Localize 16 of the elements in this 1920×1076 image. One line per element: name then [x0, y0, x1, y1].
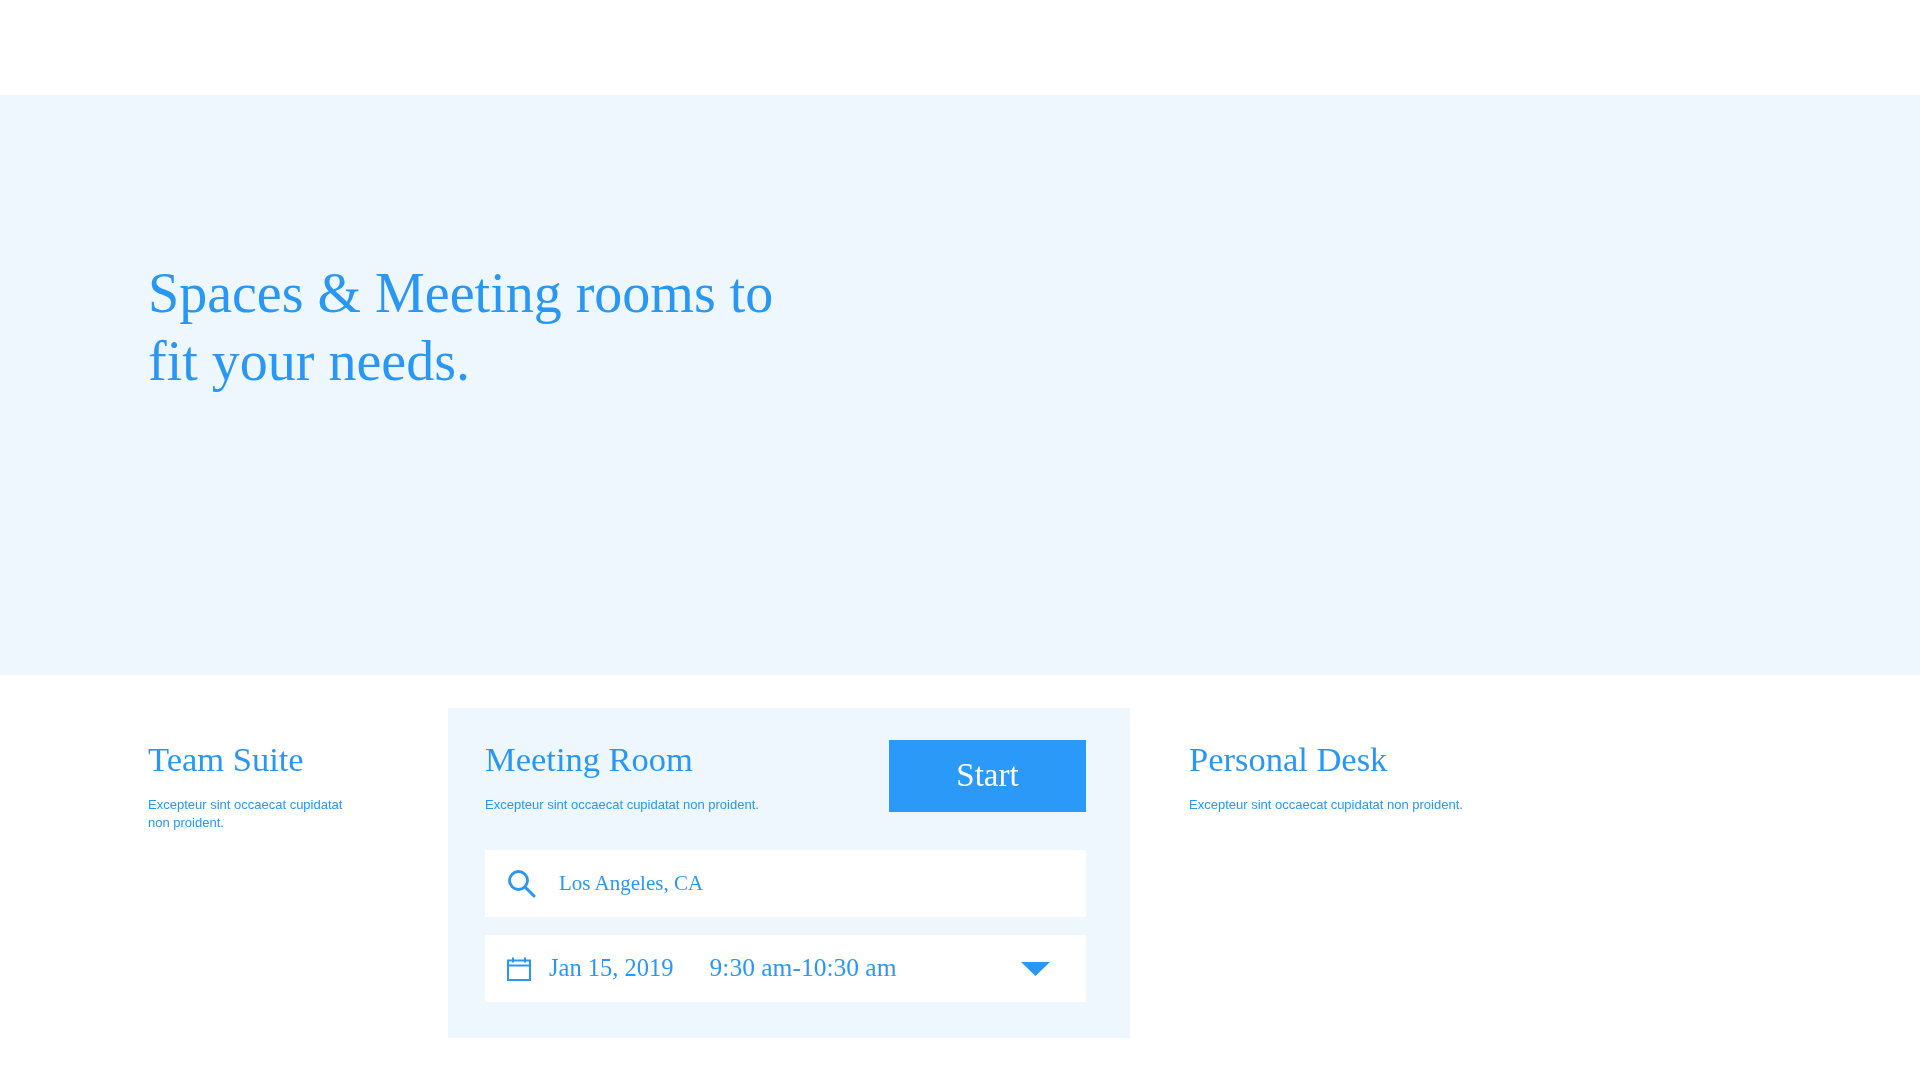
- meeting-option-card[interactable]: Meeting Room Excepteur sint occaecat cupidatat non proident. Start Los Angeles, CA Jan 15, 2019 9:30 am-10:30 am: [448, 708, 1130, 1038]
- search-icon: [507, 869, 536, 898]
- hero-headline: Spaces & Meeting rooms to fit your needs.: [148, 261, 775, 394]
- time-value: 9:30 am-10:30 am: [709, 952, 897, 985]
- search-field[interactable]: Los Angeles, CA: [485, 850, 1086, 917]
- date-time-field[interactable]: Jan 15, 2019 9:30 am-10:30 am: [485, 935, 1086, 1002]
- date-value: Jan 15, 2019: [549, 953, 674, 984]
- start-button[interactable]: Start: [889, 740, 1086, 812]
- option-title: Team Suite: [148, 740, 305, 778]
- option-description: Excepteur sint occaecat cupidatat non proident.: [148, 796, 344, 832]
- option-description: Excepteur sint occaecat cupidatat non proident.: [485, 796, 759, 814]
- calendar-icon: [507, 956, 531, 981]
- option-title: Personal Desk: [1189, 740, 1389, 778]
- option-description: Excepteur sint occaecat cupidatat non proident.: [1189, 796, 1463, 814]
- caret-icon: [1021, 961, 1050, 976]
- option-title: Meeting Room: [485, 740, 694, 778]
